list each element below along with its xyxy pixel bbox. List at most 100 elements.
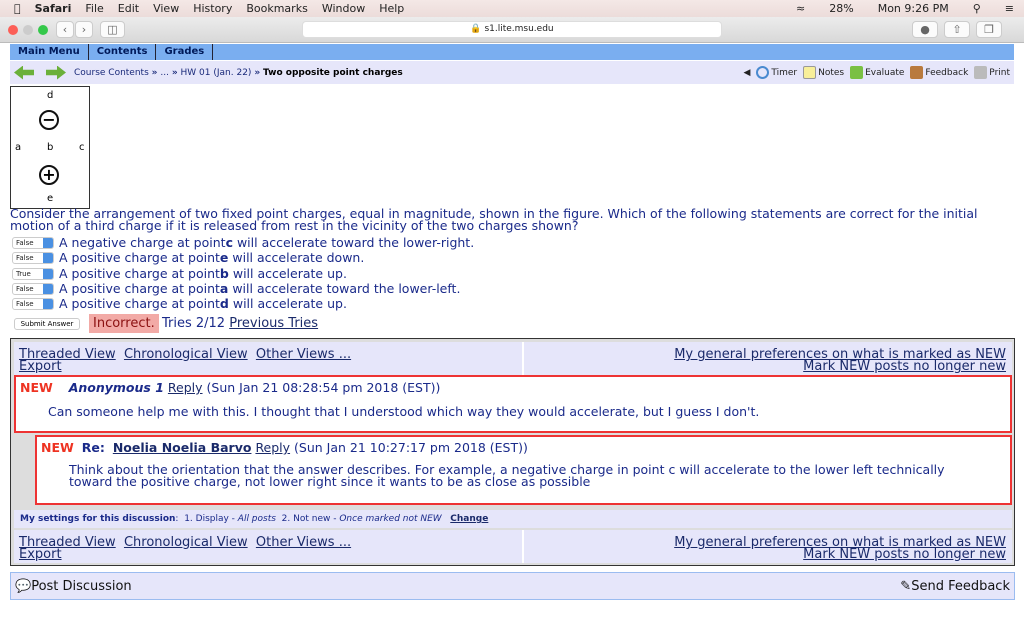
other-views-link[interactable]: Other Views ...	[256, 535, 351, 550]
thumbs-up-icon	[850, 66, 864, 79]
setting-not-new-value: Once marked not NEW	[339, 514, 442, 524]
export-link[interactable]: Export	[19, 547, 62, 562]
answer-select[interactable]: True	[12, 267, 54, 280]
apple-icon[interactable]: 	[14, 2, 21, 15]
mark-not-new-link[interactable]: Mark NEW posts no longer new	[803, 359, 1006, 374]
timer-label: Timer	[771, 68, 798, 78]
change-settings-link[interactable]: Change	[450, 514, 488, 524]
collapse-icon[interactable]: ◀	[743, 68, 750, 78]
option-point: d	[219, 296, 229, 311]
export-link[interactable]: Export	[19, 359, 62, 374]
wifi-icon[interactable]: ≈	[796, 2, 805, 15]
tries-count: Tries 2/12	[162, 316, 226, 331]
answer-select[interactable]: False	[12, 282, 54, 295]
clock[interactable]: Mon 9:26 PM	[878, 2, 949, 15]
post-date: (Sun Jan 21 10:27:17 pm 2018 (EST))	[294, 440, 528, 455]
list-icon[interactable]: ≡	[1005, 2, 1014, 15]
mark-not-new-link[interactable]: Mark NEW posts no longer new	[803, 547, 1006, 562]
views-bar-bottom: Threaded View Chronological View Other V…	[14, 530, 1012, 563]
pos-sign: +	[42, 165, 56, 184]
reply-prefix: Re:	[81, 440, 105, 455]
answer-select[interactable]: False	[12, 297, 54, 310]
menu-bookmarks[interactable]: Bookmarks	[246, 2, 307, 15]
option-row: True A positive charge at point b will ac…	[12, 266, 347, 281]
downloads-button[interactable]: ●	[912, 21, 938, 38]
tab-grades[interactable]: Grades	[156, 44, 214, 60]
feedback-label: Feedback	[925, 68, 969, 78]
battery-status[interactable]: 28%	[829, 2, 853, 15]
back-arrow-icon[interactable]	[14, 65, 34, 80]
sidebar-button[interactable]: ◫	[100, 21, 125, 38]
option-text: A positive charge at point	[59, 296, 220, 311]
post-discussion-button[interactable]: 💬Post Discussion	[15, 579, 132, 594]
print-label: Print	[989, 68, 1010, 78]
notes-tool[interactable]: Notes	[803, 66, 844, 79]
feedback-tool[interactable]: Feedback	[910, 66, 968, 79]
mac-menubar:  Safari File Edit View History Bookmark…	[0, 0, 1024, 17]
option-text: will accelerate up.	[228, 266, 347, 281]
menu-window[interactable]: Window	[322, 2, 365, 15]
option-row: False A positive charge at point d will a…	[12, 296, 347, 311]
previous-tries-link[interactable]: Previous Tries	[229, 316, 318, 331]
answer-select[interactable]: False	[12, 236, 54, 249]
forward-button[interactable]: ›	[75, 21, 93, 38]
notes-icon	[803, 66, 817, 79]
point-e: e	[47, 193, 54, 204]
timer-icon	[756, 66, 770, 79]
option-row: False A negative charge at point c will a…	[12, 235, 474, 250]
option-point: e	[219, 250, 229, 265]
chronological-view-link[interactable]: Chronological View	[124, 347, 248, 362]
evaluate-tool[interactable]: Evaluate	[850, 66, 904, 79]
other-views-link[interactable]: Other Views ...	[256, 347, 351, 362]
minimize-window-button[interactable]	[23, 25, 33, 35]
option-point: a	[219, 281, 229, 296]
result-badge: Incorrect.	[89, 314, 159, 333]
breadcrumb-hw[interactable]: HW 01 (Jan. 22)	[181, 68, 252, 78]
timer-tool[interactable]: Timer	[756, 66, 797, 79]
menu-view[interactable]: View	[153, 2, 179, 15]
option-point: c	[225, 235, 233, 250]
post-body: Think about the orientation that the ans…	[69, 462, 945, 489]
back-button[interactable]: ‹	[56, 21, 74, 38]
menu-file[interactable]: File	[85, 2, 103, 15]
close-window-button[interactable]	[8, 25, 18, 35]
option-text: A positive charge at point	[59, 266, 220, 281]
post-author-link[interactable]: Noelia Noelia Barvo	[113, 440, 252, 455]
option-point: b	[219, 266, 229, 281]
charge-figure: d − a b c + e	[10, 86, 90, 209]
new-badge: NEW	[41, 440, 74, 455]
submit-answer-button[interactable]: Submit Answer	[14, 318, 80, 330]
reply-link[interactable]: Reply	[255, 440, 290, 455]
reply-link[interactable]: Reply	[168, 380, 203, 395]
neg-sign: −	[42, 110, 56, 129]
option-row: False A positive charge at point e will a…	[12, 250, 364, 265]
menu-help[interactable]: Help	[379, 2, 404, 15]
menu-app[interactable]: Safari	[35, 2, 72, 15]
send-feedback-button[interactable]: ✎Send Feedback	[900, 579, 1010, 594]
setting-display-value: All posts	[237, 514, 276, 524]
print-tool[interactable]: Print	[974, 66, 1010, 79]
tab-contents[interactable]: Contents	[89, 44, 157, 60]
address-bar[interactable]: 🔒 s1.lite.msu.edu	[302, 21, 722, 38]
search-icon[interactable]: ⚲	[973, 2, 981, 15]
new-badge: NEW	[20, 380, 53, 395]
breadcrumb-ellipsis[interactable]: ...	[160, 68, 169, 78]
browser-toolbar: ‹ › ◫ 🔒 s1.lite.msu.edu ● ⇧ ❐	[0, 17, 1024, 43]
feedback-icon	[910, 66, 924, 79]
point-c: c	[79, 142, 85, 153]
answer-select[interactable]: False	[12, 251, 54, 264]
option-text: will accelerate toward the lower-right.	[232, 235, 475, 250]
evaluate-label: Evaluate	[865, 68, 905, 78]
menu-history[interactable]: History	[193, 2, 232, 15]
chronological-view-link[interactable]: Chronological View	[124, 535, 248, 550]
tab-main-menu[interactable]: Main Menu	[10, 44, 89, 60]
zoom-window-button[interactable]	[38, 25, 48, 35]
share-button[interactable]: ⇧	[944, 21, 970, 38]
menu-edit[interactable]: Edit	[118, 2, 139, 15]
tabs-button[interactable]: ❐	[976, 21, 1002, 38]
breadcrumb-course-contents[interactable]: Course Contents	[74, 68, 149, 78]
post-discussion-bar: 💬Post Discussion ✎Send Feedback	[10, 572, 1015, 600]
forward-arrow-icon[interactable]	[46, 66, 66, 80]
option-text: will accelerate up.	[228, 296, 347, 311]
discussion-panel: Threaded View Chronological View Other V…	[10, 338, 1015, 566]
